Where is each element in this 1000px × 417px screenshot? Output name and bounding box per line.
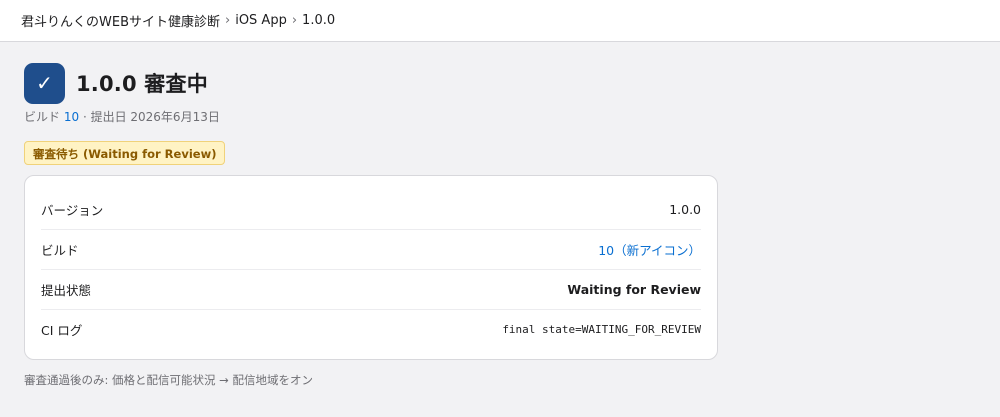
detail-label: バージョン xyxy=(41,203,104,218)
page-title: 1.0.0 審査中 xyxy=(76,72,208,96)
details-card: バージョン 1.0.0 ビルド 10（新アイコン） 提出状態 Waiting f… xyxy=(24,175,718,360)
meta-build-link[interactable]: 10 xyxy=(64,110,79,124)
meta-submitted-date: · 提出日 2026年6月13日 xyxy=(82,110,220,124)
build-link[interactable]: 10（新アイコン） xyxy=(598,240,701,259)
detail-label: 提出状態 xyxy=(41,283,92,298)
meta-build-prefix: ビルド xyxy=(24,110,61,124)
chevron-right-icon: › xyxy=(225,13,231,28)
status-badge: 審査待ち (Waiting for Review) xyxy=(24,141,226,165)
breadcrumb-version: 1.0.0 xyxy=(302,13,336,28)
breadcrumb: 君斗りんくのWEBサイト健康診断 › iOS App › 1.0.0 xyxy=(0,0,1000,42)
checkmark-icon: ✓ xyxy=(24,62,65,104)
detail-row-build: ビルド 10（新アイコン） xyxy=(41,230,701,270)
detail-row-ci-log: CI ログ final state=WAITING_FOR_REVIEW xyxy=(41,310,701,349)
footnote: 審査通過後のみ: 価格と配信可能状況 → 配信地域をオン xyxy=(24,373,313,387)
detail-row-submission-state: 提出状態 Waiting for Review xyxy=(41,270,701,310)
chevron-right-icon: › xyxy=(291,13,298,28)
main-content: ✓ 1.0.0 審査中 ビルド 10 · 提出日 2026年6月13日 審査待ち… xyxy=(0,62,1000,388)
detail-value: 1.0.0 xyxy=(669,202,701,217)
submission-meta: ビルド 10 · 提出日 2026年6月13日 xyxy=(24,108,1000,126)
detail-label: CI ログ xyxy=(41,323,83,338)
detail-value: Waiting for Review xyxy=(567,282,701,297)
detail-row-version: バージョン 1.0.0 xyxy=(41,190,701,230)
detail-value: final state=WAITING_FOR_REVIEW xyxy=(502,323,701,336)
breadcrumb-team[interactable]: 君斗りんくのWEBサイト健康診断 xyxy=(21,11,220,30)
breadcrumb-app[interactable]: iOS App xyxy=(235,13,287,28)
detail-label: ビルド xyxy=(41,243,79,258)
title-row: ✓ 1.0.0 審査中 xyxy=(24,62,1000,104)
